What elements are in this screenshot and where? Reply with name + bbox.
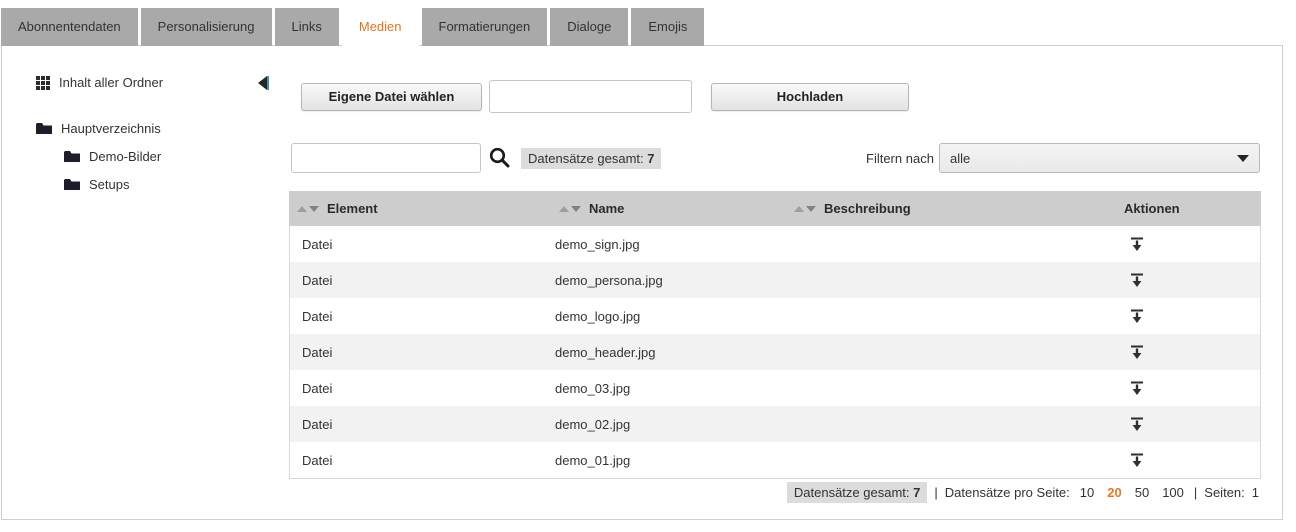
- table-row: Datei demo_01.jpg: [290, 442, 1260, 478]
- cell-name: demo_03.jpg: [555, 381, 795, 396]
- filter-label: Filtern nach: [866, 151, 934, 166]
- download-icon[interactable]: [1127, 306, 1147, 326]
- table-row: Datei demo_header.jpg: [290, 334, 1260, 370]
- download-icon[interactable]: [1127, 234, 1147, 254]
- tab-bar: Abonnentendaten Personalisierung Links M…: [1, 8, 704, 48]
- media-manager-page: Abonnentendaten Personalisierung Links M…: [0, 0, 1296, 532]
- pages-value: 1: [1252, 485, 1259, 500]
- upload-button[interactable]: Hochladen: [711, 83, 909, 111]
- tab-personalisierung[interactable]: Personalisierung: [141, 8, 272, 46]
- filter-selected-value: alle: [950, 151, 970, 166]
- tab-formatierungen[interactable]: Formatierungen: [422, 8, 548, 46]
- table-row: Datei demo_sign.jpg: [290, 226, 1260, 262]
- download-icon[interactable]: [1127, 414, 1147, 434]
- download-icon[interactable]: [1127, 378, 1147, 398]
- folder-icon: [64, 178, 80, 191]
- column-header-element: Element: [289, 201, 554, 216]
- per-page-option-20[interactable]: 20: [1107, 485, 1121, 500]
- cell-element: Datei: [290, 273, 555, 288]
- table-header: Element Name Beschreibung Aktionen: [289, 191, 1261, 226]
- cell-element: Datei: [290, 309, 555, 324]
- cell-name: demo_01.jpg: [555, 453, 795, 468]
- column-header-beschreibung: Beschreibung: [794, 201, 1124, 216]
- caret-down-icon: [1237, 155, 1249, 162]
- tab-abonnentendaten[interactable]: Abonnentendaten: [1, 8, 138, 46]
- records-total-value: 7: [647, 151, 654, 166]
- records-total-badge: Datensätze gesamt: 7: [787, 482, 927, 503]
- sort-arrows-icon[interactable]: [297, 206, 319, 212]
- content-panel: Inhalt aller Ordner Hauptverzeichnis Dem…: [1, 45, 1283, 520]
- collapse-left-icon[interactable]: [256, 75, 270, 91]
- column-header-aktionen: Aktionen: [1124, 201, 1261, 216]
- cell-name: demo_logo.jpg: [555, 309, 795, 324]
- cell-element: Datei: [290, 417, 555, 432]
- records-total-badge: Datensätze gesamt: 7: [521, 148, 661, 169]
- cell-element: Datei: [290, 453, 555, 468]
- pages-label: Seiten:: [1204, 485, 1244, 500]
- cell-name: demo_header.jpg: [555, 345, 795, 360]
- cell-name: demo_02.jpg: [555, 417, 795, 432]
- cell-element: Datei: [290, 345, 555, 360]
- sidebar-item-all-folders[interactable]: Inhalt aller Ordner: [36, 75, 163, 90]
- folder-icon: [64, 150, 80, 163]
- filter-dropdown[interactable]: alle: [939, 143, 1260, 173]
- media-table: Element Name Beschreibung Aktionen Datei: [289, 191, 1261, 479]
- per-page-option-100[interactable]: 100: [1162, 485, 1184, 500]
- sidebar-item-demo-bilder[interactable]: Demo-Bilder: [64, 149, 161, 164]
- folder-label: Hauptverzeichnis: [61, 121, 161, 136]
- pagination-bar: Datensätze gesamt: 7 | Datensätze pro Se…: [787, 482, 1259, 503]
- grid-icon: [36, 76, 50, 90]
- sort-arrows-icon[interactable]: [794, 206, 816, 212]
- download-icon[interactable]: [1127, 450, 1147, 470]
- per-page-option-50[interactable]: 50: [1135, 485, 1149, 500]
- choose-file-button[interactable]: Eigene Datei wählen: [301, 83, 482, 111]
- cell-element: Datei: [290, 237, 555, 252]
- sidebar-root-label: Inhalt aller Ordner: [59, 75, 163, 90]
- folder-label: Demo-Bilder: [89, 149, 161, 164]
- sort-arrows-icon[interactable]: [559, 206, 581, 212]
- cell-name: demo_sign.jpg: [555, 237, 795, 252]
- table-row: Datei demo_02.jpg: [290, 406, 1260, 442]
- sidebar-item-setups[interactable]: Setups: [64, 177, 129, 192]
- download-icon[interactable]: [1127, 342, 1147, 362]
- per-page-label: Datensätze pro Seite:: [945, 485, 1070, 500]
- cell-name: demo_persona.jpg: [555, 273, 795, 288]
- separator: |: [934, 485, 937, 500]
- tab-dialoge[interactable]: Dialoge: [550, 8, 628, 46]
- tab-emojis[interactable]: Emojis: [631, 8, 704, 46]
- tab-medien[interactable]: Medien: [342, 8, 419, 48]
- records-total-label: Datensätze gesamt:: [528, 151, 644, 166]
- table-row: Datei demo_03.jpg: [290, 370, 1260, 406]
- file-name-input[interactable]: [489, 80, 692, 113]
- table-row: Datei demo_persona.jpg: [290, 262, 1260, 298]
- separator: |: [1194, 485, 1197, 500]
- search-icon[interactable]: [488, 146, 511, 169]
- folder-icon: [36, 122, 52, 135]
- search-input[interactable]: [291, 143, 481, 173]
- download-icon[interactable]: [1127, 270, 1147, 290]
- table-body: Datei demo_sign.jpg Datei demo_persona.j…: [289, 226, 1261, 479]
- folder-label: Setups: [89, 177, 129, 192]
- tab-links[interactable]: Links: [275, 8, 339, 46]
- cell-element: Datei: [290, 381, 555, 396]
- column-header-name: Name: [554, 201, 794, 216]
- table-row: Datei demo_logo.jpg: [290, 298, 1260, 334]
- per-page-option-10[interactable]: 10: [1080, 485, 1094, 500]
- sidebar-item-hauptverzeichnis[interactable]: Hauptverzeichnis: [36, 121, 161, 136]
